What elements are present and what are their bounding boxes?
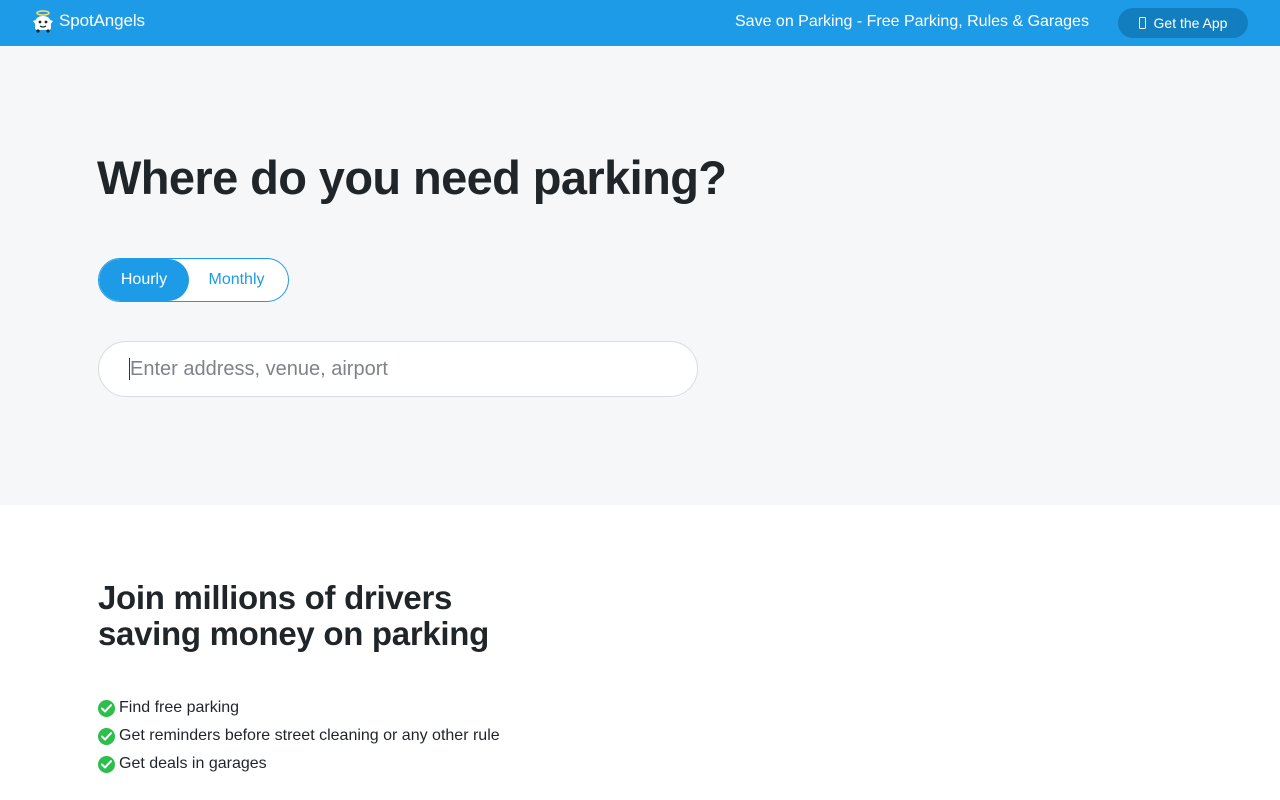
join-title: Join millions of drivers saving money on… [98,580,489,652]
toggle-option-monthly[interactable]: Monthly [189,259,288,301]
join-title-line-1: Join millions of drivers [98,579,453,616]
toggle-option-hourly[interactable]: Hourly [99,259,189,301]
benefit-text: Get reminders before street cleaning or … [119,727,500,744]
phone-icon [1138,17,1146,29]
benefit-text: Get deals in garages [119,755,267,772]
join-title-line-2: saving money on parking [98,615,490,652]
brand-home-link[interactable]: SpotAngels [32,9,145,33]
check-circle-icon [98,699,115,717]
benefits-list: Find free parking Get reminders before s… [98,694,500,778]
header-tagline[interactable]: Save on Parking - Free Parking, Rules & … [735,13,1089,31]
benefit-item: Get deals in garages [98,750,500,778]
hero-section: Where do you need parking? Hourly Monthl… [0,46,1280,505]
benefit-text: Find free parking [119,699,240,716]
get-the-app-button[interactable]: Get the App [1118,8,1248,38]
benefit-item: Get reminders before street cleaning or … [98,722,500,750]
brand-name: SpotAngels [59,11,145,30]
get-the-app-label: Get the App [1153,15,1228,31]
parking-duration-toggle: Hourly Monthly [98,258,289,302]
hero-title: Where do you need parking? [97,151,727,204]
top-navbar: SpotAngels Save on Parking - Free Parkin… [0,0,1280,46]
address-search-input[interactable] [130,357,670,381]
search-box [98,341,698,397]
benefit-item: Find free parking [98,694,500,722]
check-circle-icon [98,755,115,773]
check-circle-icon [98,727,115,745]
angel-car-logo-icon [33,10,53,33]
